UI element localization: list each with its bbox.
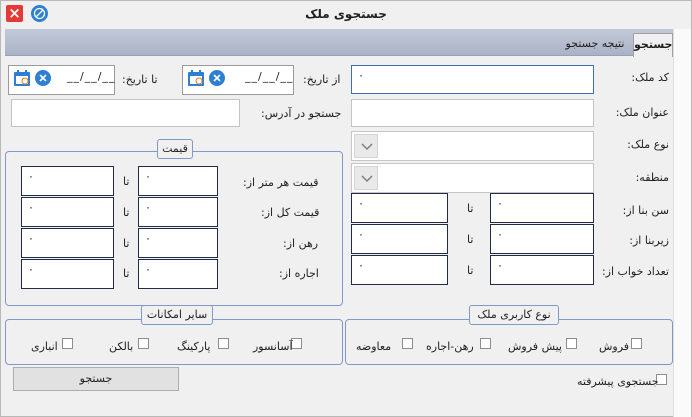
- property-search-window: × جستجوی ملک جستجو نتیجه جستجو کد ملک: ۰…: [0, 0, 692, 417]
- property-type-select[interactable]: [351, 131, 594, 161]
- clear-icon[interactable]: [209, 70, 225, 86]
- address-search-label: جستجو در آدرس:: [261, 107, 342, 120]
- parking-checkbox[interactable]: [218, 338, 229, 349]
- property-title-label: عنوان ملک:: [615, 106, 669, 119]
- calendar-icon[interactable]: [13, 69, 31, 87]
- region-select[interactable]: [351, 163, 594, 193]
- to-label: تا: [467, 202, 474, 215]
- tab-search-result[interactable]: نتیجه جستجو: [560, 37, 630, 50]
- date-from-picker[interactable]: __/__/__: [182, 65, 294, 95]
- presale-label: پیش فروش: [508, 340, 562, 353]
- property-title-input[interactable]: [351, 99, 594, 127]
- mortgage-label: رهن از:: [283, 237, 319, 250]
- tab-strip: جستجو نتیجه جستجو: [5, 29, 673, 57]
- date-to-value: __/__/__: [67, 70, 116, 83]
- property-code-label: کد ملک:: [631, 71, 669, 84]
- parking-label: پارکینگ: [177, 340, 211, 353]
- balcony-checkbox[interactable]: [138, 338, 149, 349]
- search-button[interactable]: جستجو: [13, 367, 179, 391]
- mortgage-rent-label: رهن-اجاره: [426, 340, 474, 353]
- date-to-label: تا تاریخ:: [122, 73, 158, 86]
- to-label: تا: [123, 175, 130, 188]
- amenities-group-title: سایر امکانات: [141, 305, 213, 325]
- window-title: جستجوی ملک: [305, 7, 387, 21]
- storage-label: انباری: [31, 340, 58, 353]
- exchange-label: معاوضه: [356, 340, 392, 353]
- total-price-from-input[interactable]: ۰: [138, 197, 218, 227]
- building-age-label: سن بنا از:: [622, 204, 669, 217]
- elevator-label: آسانسور: [253, 340, 293, 353]
- title-bar: × جستجوی ملک: [1, 1, 691, 29]
- search-panel: کد ملک: ۰ عنوان ملک: نوع ملک: منطقه: سن …: [5, 57, 673, 415]
- advanced-search-label: جستجوی پیشرفته: [577, 375, 659, 388]
- price-per-meter-to-input[interactable]: ۰: [21, 166, 114, 196]
- mortgage-to-input[interactable]: ۰: [21, 228, 114, 258]
- floor-area-from-input[interactable]: ۰: [490, 224, 594, 254]
- to-label: تا: [123, 206, 130, 219]
- price-per-meter-label: قیمت هر متر از:: [243, 176, 319, 189]
- exchange-checkbox[interactable]: [402, 338, 413, 349]
- price-group-title: قیمت: [157, 139, 193, 159]
- rent-to-input[interactable]: ۰: [21, 259, 114, 289]
- to-label: تا: [467, 264, 474, 277]
- bedrooms-to-input[interactable]: ۰: [351, 255, 448, 285]
- date-from-label: از تاریخ:: [303, 73, 341, 86]
- date-from-value: __/__/__: [245, 70, 294, 83]
- clear-icon[interactable]: [35, 70, 51, 86]
- floor-area-label: زیربنا از:: [629, 234, 669, 247]
- to-label: تا: [467, 233, 474, 246]
- balcony-label: بالکن: [109, 340, 134, 353]
- vertical-scrollbar[interactable]: [673, 29, 691, 417]
- sale-checkbox[interactable]: [631, 338, 642, 349]
- building-age-to-input[interactable]: ۰: [351, 193, 448, 223]
- tab-search[interactable]: جستجو: [633, 33, 673, 57]
- address-search-input[interactable]: [11, 99, 240, 127]
- property-type-label: نوع ملک:: [627, 138, 669, 151]
- rent-label: اجاره از:: [279, 267, 319, 280]
- storage-checkbox[interactable]: [62, 338, 73, 349]
- mortgage-rent-checkbox[interactable]: [480, 338, 491, 349]
- rent-from-input[interactable]: ۰: [138, 259, 218, 289]
- usage-type-group-title: نوع کاربری ملک: [469, 305, 559, 325]
- chevron-down-icon[interactable]: [354, 166, 378, 190]
- property-code-input[interactable]: ۰: [351, 65, 594, 94]
- chevron-down-icon[interactable]: [354, 134, 378, 158]
- mortgage-from-input[interactable]: ۰: [138, 228, 218, 258]
- total-price-to-input[interactable]: ۰: [21, 197, 114, 227]
- floor-area-to-input[interactable]: ۰: [351, 224, 448, 254]
- region-label: منطقه:: [635, 171, 669, 184]
- bedrooms-label: تعداد خواب از:: [601, 265, 669, 278]
- building-age-from-input[interactable]: ۰: [490, 193, 594, 223]
- bedrooms-from-input[interactable]: ۰: [490, 255, 594, 285]
- date-to-picker[interactable]: __/__/__: [8, 65, 115, 95]
- sale-label: فروش: [599, 340, 630, 353]
- price-per-meter-from-input[interactable]: ۰: [138, 166, 218, 196]
- presale-checkbox[interactable]: [566, 338, 577, 349]
- to-label: تا: [123, 237, 130, 250]
- to-label: تا: [123, 267, 130, 280]
- calendar-icon[interactable]: [187, 69, 205, 87]
- total-price-label: قیمت کل از:: [261, 206, 320, 219]
